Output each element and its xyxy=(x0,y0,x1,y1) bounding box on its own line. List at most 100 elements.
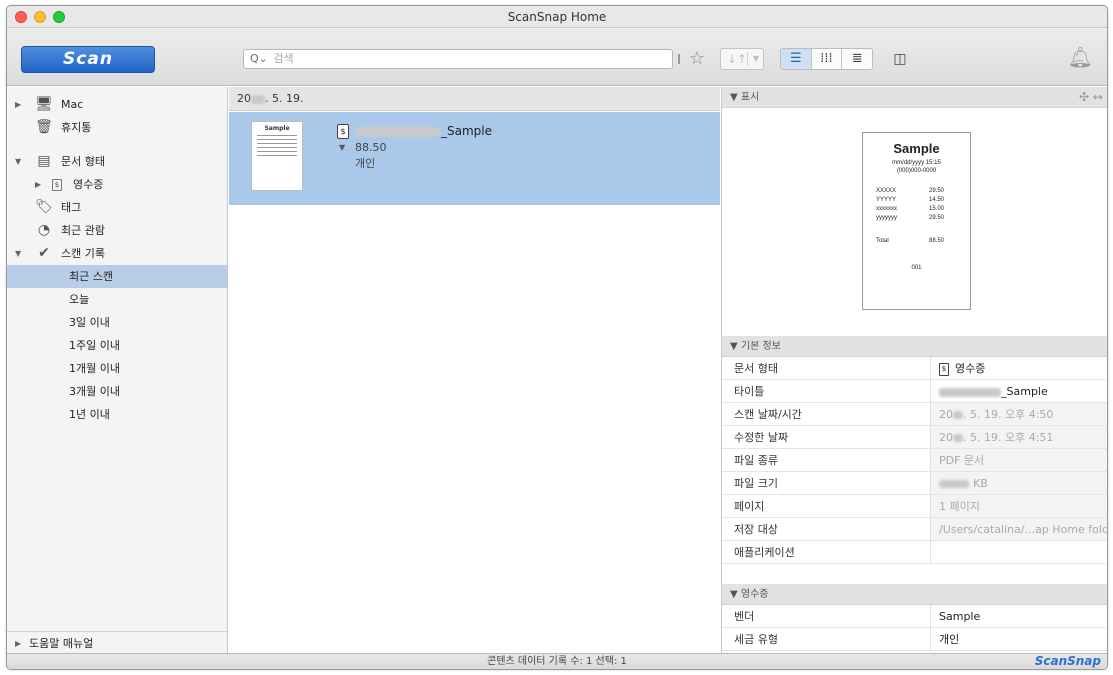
sidebar-item-1-month[interactable]: 1개월 이내 xyxy=(7,357,227,380)
redacted-text xyxy=(953,434,963,442)
sidebar-item-label: 휴지통 xyxy=(61,121,92,134)
sidebar-item-label: 1개월 이내 xyxy=(69,362,120,375)
sidebar-item-label: 문서 형태 xyxy=(61,155,105,168)
title-field[interactable]: _Sample xyxy=(930,380,1107,402)
info-value: /Users/catalina/...ap Home folder xyxy=(930,518,1107,540)
sidebar-item-3-months[interactable]: 3개월 이내 xyxy=(7,380,227,403)
redacted-text xyxy=(939,480,969,488)
sidebar-item-recent-scan[interactable]: 최근 스캔 xyxy=(7,265,227,288)
info-key: 파일 크기 xyxy=(734,477,778,490)
info-row-file-type: 파일 종류 PDF 문서 xyxy=(722,449,1107,472)
sidebar-item-today[interactable]: 오늘 xyxy=(7,288,227,311)
search-resize-handle[interactable] xyxy=(678,54,680,64)
sort-button[interactable]: ↓↑ ▼ xyxy=(720,48,764,70)
search-icon: Q⌄ xyxy=(250,52,268,65)
close-window-button[interactable] xyxy=(15,11,27,23)
receipt-line: xxxxxxx 15.00 xyxy=(863,206,970,215)
thumbnail-title: Sample xyxy=(264,125,290,132)
item-tax-type: 개인 xyxy=(355,157,376,170)
sidebar-item-tag[interactable]: 🏷︎ 태그 xyxy=(7,196,227,219)
receipt-total-value: 88.50 xyxy=(929,238,945,244)
chevron-down-icon[interactable]: ▼ xyxy=(339,143,345,152)
search-placeholder: 검색 xyxy=(273,52,294,65)
info-value: PDF 문서 xyxy=(930,449,1107,471)
expand-icon[interactable]: ✣ ↔ xyxy=(1079,87,1103,108)
application-select[interactable] xyxy=(930,541,1107,563)
chevron-down-icon[interactable]: ▼ xyxy=(15,242,21,265)
sidebar-item-scan-history[interactable]: ▼ ✔ 스캔 기록 xyxy=(7,242,227,265)
modified-date-value: 20 . 5. 19. 오후 4:51 xyxy=(930,426,1107,448)
search-input[interactable]: Q⌄ 검색 xyxy=(243,49,673,69)
sidebar-item-3-days[interactable]: 3일 이내 xyxy=(7,311,227,334)
sidebar-item-label: 태그 xyxy=(61,201,82,214)
sidebar-item-label: 1주일 이내 xyxy=(69,339,120,352)
item-title: _Sample xyxy=(355,124,492,138)
favorite-star-icon[interactable]: ☆ xyxy=(689,48,705,69)
tag-icon: 🏷︎ xyxy=(35,199,53,215)
sidebar-item-1-year[interactable]: 1년 이내 xyxy=(7,403,227,426)
item-title-suffix: _Sample xyxy=(441,124,492,138)
scan-button[interactable]: Scan xyxy=(21,46,155,73)
receipt-line: yyyyyyy 29.50 xyxy=(863,215,970,224)
basic-info-section-header[interactable]: ▼ 기본 정보 xyxy=(722,336,1107,357)
help-manual-item[interactable]: ▶ 도움말 매뉴얼 xyxy=(7,631,227,655)
info-row-modified-date: 수정한 날짜 20 . 5. 19. 오후 4:51 xyxy=(722,426,1107,449)
content-list: 20 . 5. 19. Sample $ ▼ _Sample 88.50 개인 xyxy=(229,87,720,655)
info-row-scan-datetime: 스캔 날짜/시간 20 . 5. 19. 오후 4:50 xyxy=(722,403,1107,426)
receipt-line-label: YYYYY xyxy=(876,197,897,203)
sidebar-item-label: 영수증 xyxy=(73,178,104,191)
sidebar-item-1-week[interactable]: 1주일 이내 xyxy=(7,334,227,357)
redacted-text xyxy=(953,411,963,419)
list-item[interactable]: Sample $ ▼ _Sample 88.50 개인 xyxy=(229,112,720,205)
sidebar-item-document-type[interactable]: ▼ ▤ 문서 형태 xyxy=(7,150,227,173)
info-row-document-type: 문서 형태 $ 영수증 xyxy=(722,357,1107,380)
preview-section-header[interactable]: ▼ 표시 ✣ ↔ xyxy=(722,87,1107,108)
sidebar: ▶ 🖥︎ Mac 🗑︎ 휴지통 ▼ ▤ 문서 형태 ▶ $ 영수증 🏷︎ 태그 … xyxy=(7,87,228,655)
info-key: 파일 종류 xyxy=(734,454,778,467)
info-value: 영수증 xyxy=(955,362,986,375)
zoom-window-button[interactable] xyxy=(53,11,65,23)
info-row-application: 애플리케이션 xyxy=(722,541,1107,564)
minimize-window-button[interactable] xyxy=(34,11,46,23)
info-value: . 5. 19. 오후 4:51 xyxy=(963,431,1054,444)
redacted-text xyxy=(939,387,1001,397)
document-type-icon: ▤ xyxy=(37,153,51,169)
toggle-panel-icon[interactable]: ◫ xyxy=(889,48,911,70)
receipt-line: YYYYY 14.50 xyxy=(863,197,970,206)
receipt-line-label: yyyyyyy xyxy=(876,215,897,221)
info-key: 벤더 xyxy=(734,610,755,623)
status-bar: 콘텐츠 데이터 기록 수: 1 선택: 1 ScanSnap xyxy=(7,653,1107,669)
detail-view-button[interactable]: ≣ xyxy=(842,49,872,69)
sidebar-item-receipt[interactable]: ▶ $ 영수증 xyxy=(7,173,227,196)
chevron-right-icon[interactable]: ▶ xyxy=(35,173,41,196)
sidebar-item-trash[interactable]: 🗑︎ 휴지통 xyxy=(7,116,227,139)
receipt-icon: $ xyxy=(337,124,349,139)
list-view-button[interactable]: ☰ xyxy=(781,49,812,69)
info-key: 타이틀 xyxy=(734,385,765,398)
preview-header-label: ▼ 표시 xyxy=(730,92,760,103)
toolbar: Scan Q⌄ 검색 ☆ ↓↑ ▼ ☰ ⁞⁞⁞ ≣ ◫ 🔔︎ xyxy=(7,28,1107,86)
tax-type-field[interactable]: 개인 xyxy=(930,628,1107,650)
chevron-down-icon[interactable]: ▼ xyxy=(15,150,21,173)
vendor-field[interactable]: Sample xyxy=(930,605,1107,627)
chevron-right-icon[interactable]: ▶ xyxy=(15,93,21,116)
sidebar-item-label: 오늘 xyxy=(69,293,90,306)
notification-bell-icon[interactable]: 🔔︎ xyxy=(1068,45,1093,69)
info-row-tax-type: 세금 유형 개인 xyxy=(722,628,1107,651)
info-key: 세금 유형 xyxy=(734,633,778,646)
info-value: _Sample xyxy=(1001,385,1048,398)
receipt-section-header[interactable]: ▼ 영수증 xyxy=(722,584,1107,605)
sidebar-item-label: 스캔 기록 xyxy=(61,247,105,260)
scan-history-icon: ✔ xyxy=(38,245,50,261)
grid-view-button[interactable]: ⁞⁞⁞ xyxy=(812,49,843,69)
computer-icon: 🖥︎ xyxy=(35,96,53,112)
sidebar-item-recently-viewed[interactable]: ◔ 최근 관람 xyxy=(7,219,227,242)
info-value: 1 페이지 xyxy=(930,495,1107,517)
document-thumbnail[interactable]: Sample xyxy=(251,121,303,191)
window-title: ScanSnap Home xyxy=(507,10,607,24)
info-row-title: 타이틀 _Sample xyxy=(722,380,1107,403)
preview-area: Sample mm/dd/yyyy 15:15 (000)000-0000 XX… xyxy=(722,112,1107,331)
document-type-select[interactable]: $ 영수증 xyxy=(930,357,1107,379)
sidebar-item-mac[interactable]: ▶ 🖥︎ Mac xyxy=(7,93,227,116)
info-value: . 5. 19. 오후 4:50 xyxy=(963,408,1054,421)
